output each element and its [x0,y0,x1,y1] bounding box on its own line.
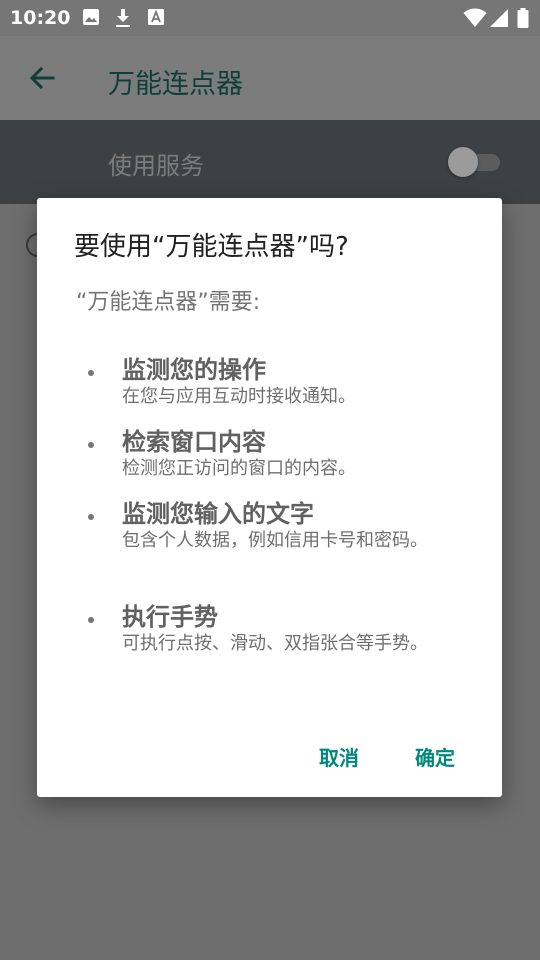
cancel-button[interactable]: 取消 [319,742,359,771]
bullet [88,514,94,520]
wifi-icon [463,8,487,27]
dialog-intro: “万能连点器”需要: [76,290,261,315]
permission-title: 检索窗口内容 [122,428,266,456]
permission-desc: 在您与应用互动时接收通知。 [122,386,356,407]
status-time: 10:20 [10,7,71,29]
back-arrow-icon[interactable] [28,64,56,92]
image-icon [83,9,99,25]
text-a-icon [148,9,164,25]
service-label: 使用服务 [108,152,204,180]
bullet [88,442,94,448]
permission-dialog: 要使用“万能连点器”吗? “万能连点器”需要: 监测您的操作 在您与应用互动时接… [37,198,502,797]
permission-desc: 包含个人数据，例如信用卡号和密码。 [122,530,428,551]
signal-icon [490,9,508,27]
status-bar: 10:20 [0,0,540,36]
bullet [88,370,94,376]
download-icon [116,9,130,27]
permission-title: 监测您的操作 [122,356,266,384]
permission-title: 执行手势 [122,603,218,631]
permission-desc: 检测您正访问的窗口的内容。 [122,458,356,479]
ok-button[interactable]: 确定 [415,742,455,771]
permission-title: 监测您输入的文字 [122,500,314,528]
permission-desc: 可执行点按、滑动、双指张合等手势。 [122,633,428,654]
toggle-thumb [448,147,478,177]
page-title: 万能连点器 [108,69,243,100]
battery-icon [517,8,529,28]
bullet [88,617,94,623]
app-bar: 万能连点器 [0,36,540,120]
service-toggle[interactable] [448,147,500,177]
dialog-title: 要使用“万能连点器”吗? [74,232,349,262]
